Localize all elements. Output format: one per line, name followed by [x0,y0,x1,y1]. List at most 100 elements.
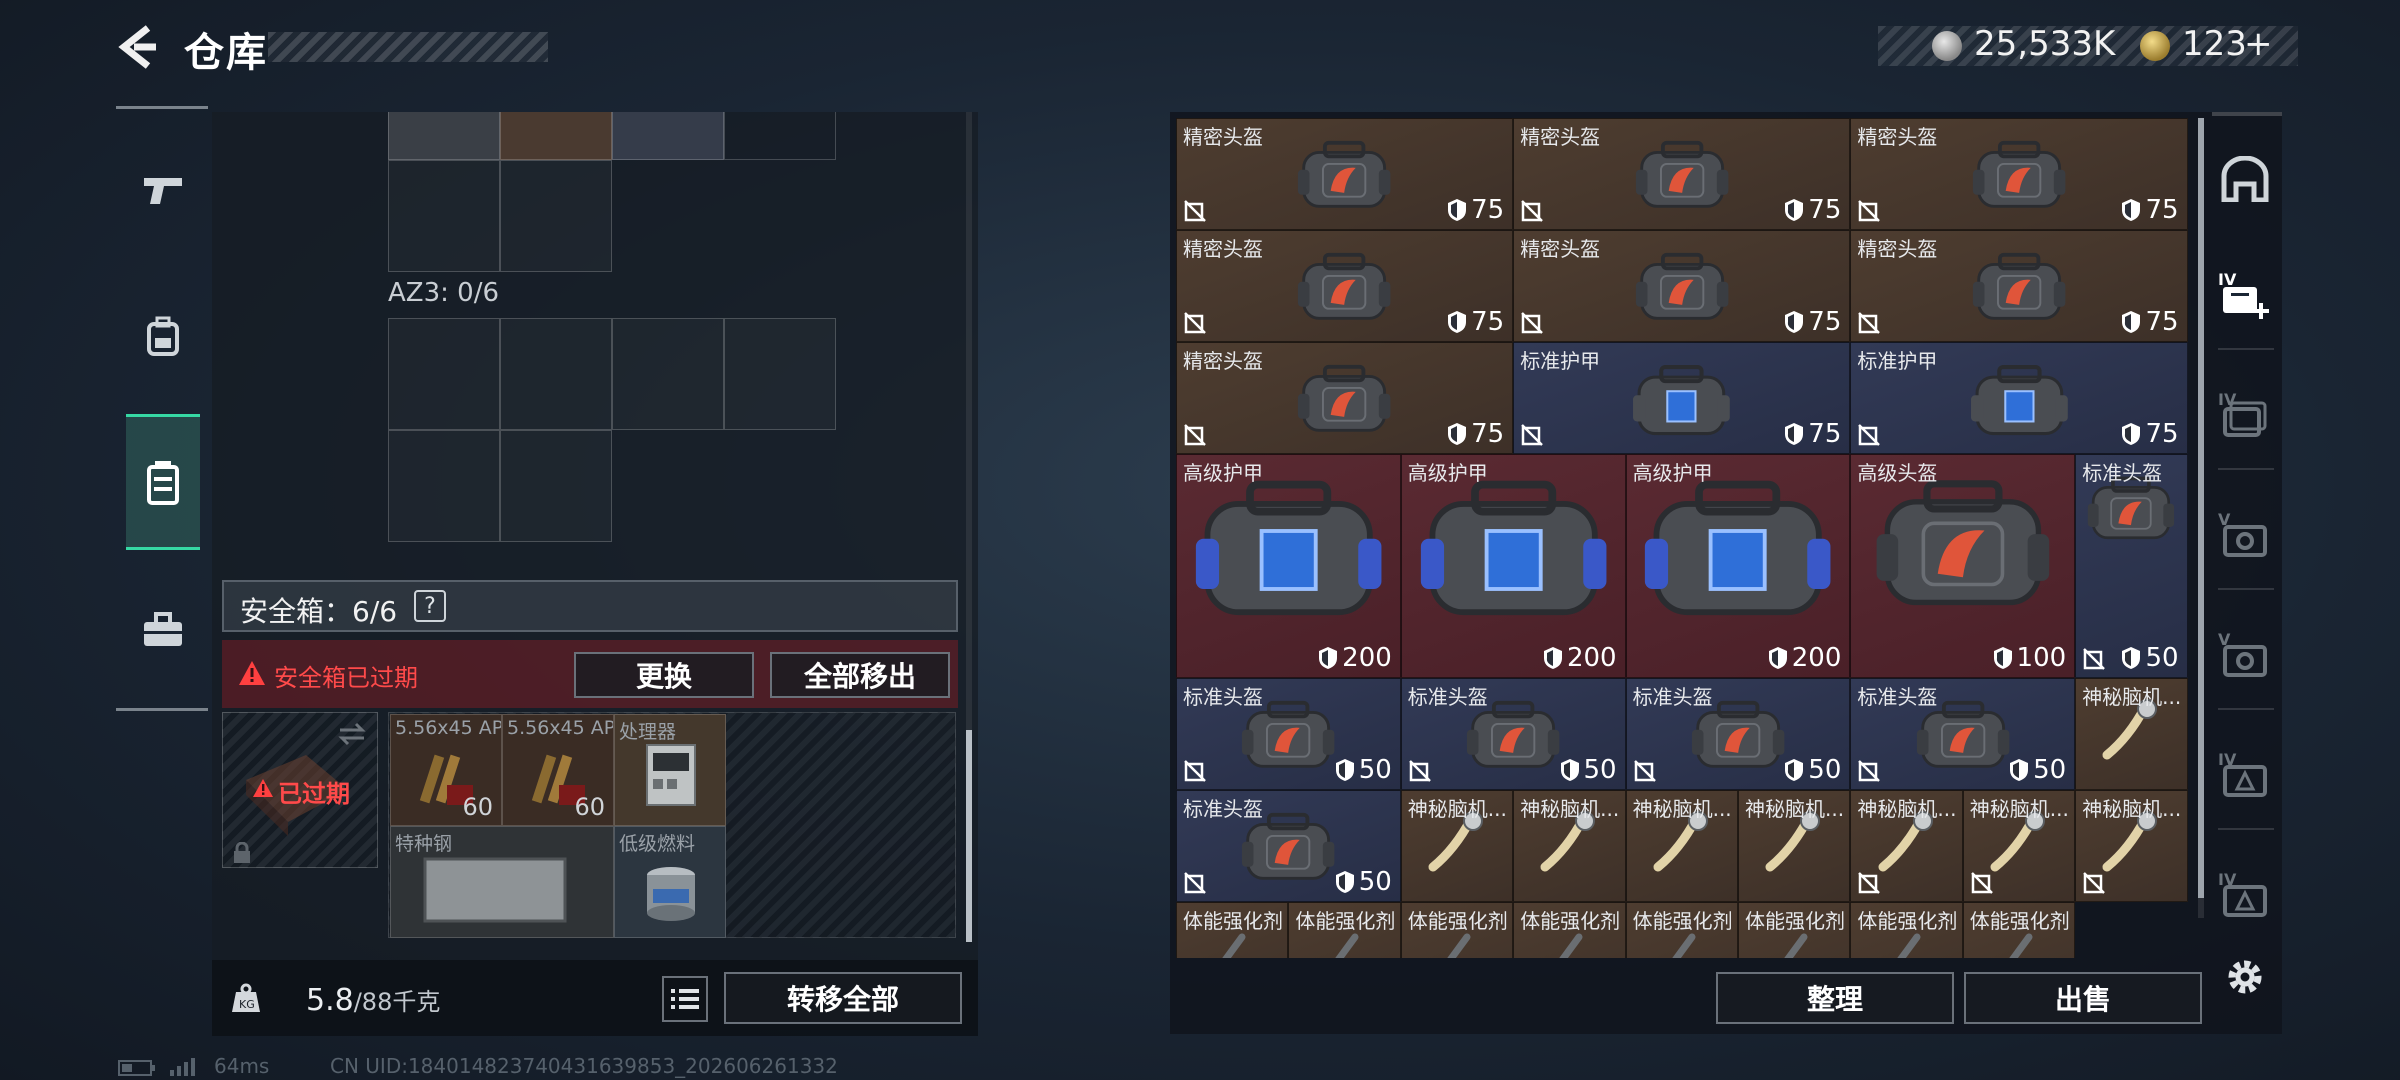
settings-button[interactable] [2212,944,2278,1010]
durability-shield-icon [1448,199,1467,221]
stash-item[interactable]: 体能强化剂 [1738,902,1851,958]
side-tab-triangle-card-2[interactable]: IV [2212,862,2278,928]
side-tab-gear-card-2[interactable]: V [2212,622,2278,688]
durability-shield-icon [1785,423,1804,445]
left-scrollbar-thumb[interactable] [966,730,972,942]
item-name: 精密头盔 [1183,125,1263,149]
stash-item[interactable]: 精密头盔 75 [1176,118,1514,230]
stash-item[interactable]: 神秘脑机... [1400,790,1514,902]
stash-item[interactable]: 精密头盔 75 [1850,230,2188,342]
stash-item[interactable]: 神秘脑机... [1513,790,1626,902]
stash-item[interactable]: 神秘脑机... [2075,790,2188,902]
durability-shield-icon [1543,647,1562,669]
empty-slot[interactable] [500,160,612,272]
stash-item[interactable]: 精密头盔 75 [1513,230,1851,342]
stash-item[interactable]: 标准头盔 50 [1625,678,1851,790]
replace-button[interactable]: 更换 [574,652,754,698]
side-tab-card-stack[interactable]: IV [2212,382,2278,448]
stash-item[interactable]: 神秘脑机... [1962,790,2076,902]
weight-icon: KG [232,983,260,1012]
organize-button[interactable]: 整理 [1716,972,1954,1024]
side-tab-card-add[interactable]: IV [2212,262,2278,328]
stash-item[interactable]: 标准头盔 50 [1176,790,1401,902]
empty-slot[interactable] [500,318,612,430]
item-name: 标准头盔 [1183,797,1263,821]
side-tab-vault[interactable] [2212,146,2278,212]
gold-add-button[interactable]: + [2244,24,2273,64]
stash-item[interactable]: 标准头盔 50 [1400,678,1626,790]
stash-item[interactable]: 精密头盔 75 [1176,230,1514,342]
durability-shield-icon [2122,199,2141,221]
stash-item[interactable]: 高级护甲 200 [1625,454,1851,678]
stash-item[interactable]: 体能强化剂 [1176,902,1289,958]
sell-button[interactable]: 出售 [1964,972,2202,1024]
empty-slot[interactable] [388,430,500,542]
battery-icon [118,1060,155,1076]
side-tab-triangle-card-1[interactable]: IV [2212,742,2278,808]
item-image [1177,473,1400,624]
stash-item[interactable]: 标准头盔 50 [1176,678,1401,790]
empty-slot[interactable] [724,318,836,430]
durability-shield-icon [1448,311,1467,333]
stash-item[interactable]: 高级护甲 200 [1176,454,1401,678]
tab-weapons[interactable] [126,122,200,258]
item-name: 高级护甲 [1183,461,1263,485]
stash-item[interactable]: 标准护甲 75 [1850,342,2188,454]
stash-item[interactable]: 精密头盔 75 [1176,342,1514,454]
ping-readout: 64ms [214,1054,270,1078]
stash-item[interactable]: 标准头盔 50 [1850,678,2076,790]
stash-item[interactable]: 神秘脑机... [1850,790,1963,902]
tab-toolbox[interactable] [126,562,200,698]
durability-number: 200 [1791,643,1842,673]
stash-item[interactable]: 高级头盔 100 [1850,454,2076,678]
page-title: 仓库 [184,30,268,76]
durability-value: 100 [1993,643,2066,673]
stash-item[interactable]: 标准护甲 75 [1513,342,1851,454]
stash-item[interactable]: 精密头盔 75 [1850,118,2188,230]
stash-scrollbar-thumb[interactable] [2198,118,2204,898]
weight-max: /88千克 [353,988,441,1016]
slot-item[interactable] [500,112,612,160]
empty-slot[interactable] [612,318,724,430]
ammo-item[interactable]: 5.56x45 APC 60 [502,714,614,826]
processor-item[interactable]: 处理器 [614,714,726,826]
stash-item[interactable]: 体能强化剂 [1288,902,1401,958]
stash-item[interactable]: 体能强化剂 [1850,902,1963,958]
stash-item[interactable]: 体能强化剂 [1625,902,1738,958]
empty-slot[interactable] [388,160,500,272]
help-icon[interactable]: ? [414,590,446,622]
swap-icon[interactable] [336,722,368,746]
transfer-all-button[interactable]: 转移全部 [724,972,962,1024]
tab-vest[interactable] [126,414,200,550]
gear-icon [2228,960,2262,994]
list-view-button[interactable] [662,976,708,1022]
stash-item[interactable]: 高级护甲 200 [1400,454,1626,678]
stash-item[interactable]: 标准头盔 50 [2075,454,2188,678]
stash-item[interactable]: 神秘脑机... [1738,790,1851,902]
stash-item[interactable]: 神秘脑机... [2075,678,2188,790]
weight-readout: 5.8/88千克 [306,982,440,1018]
item-image [1627,933,1737,958]
tab-backpack[interactable] [126,268,200,404]
stash-item[interactable]: 体能强化剂 [1962,902,2076,958]
durability-value: 75 [1784,419,1841,449]
stash-item[interactable]: 体能强化剂 [1513,902,1626,958]
back-arrow-icon[interactable] [112,22,162,72]
fuel-item[interactable]: 低级燃料 [614,826,726,938]
stash-item[interactable]: 体能强化剂 [1400,902,1514,958]
ammo-item[interactable]: 5.56x45 APC 60 [390,714,502,826]
syringe-icon [1334,933,1359,958]
empty-slot[interactable] [388,318,500,430]
item-name: 神秘脑机... [1632,797,1732,821]
side-separator [2218,468,2274,470]
empty-slot[interactable] [724,112,836,160]
stash-item[interactable]: 神秘脑机... [1625,790,1738,902]
slot-item[interactable] [388,112,500,160]
stash-item[interactable]: 精密头盔 75 [1513,118,1851,230]
move-all-out-button[interactable]: 全部移出 [770,652,950,698]
steel-item[interactable]: 特种钢 [390,826,614,938]
side-tab-gear-card-1[interactable]: V [2212,502,2278,568]
slot-item[interactable] [612,112,724,160]
durability-shield-icon [1335,871,1354,893]
empty-slot[interactable] [500,430,612,542]
